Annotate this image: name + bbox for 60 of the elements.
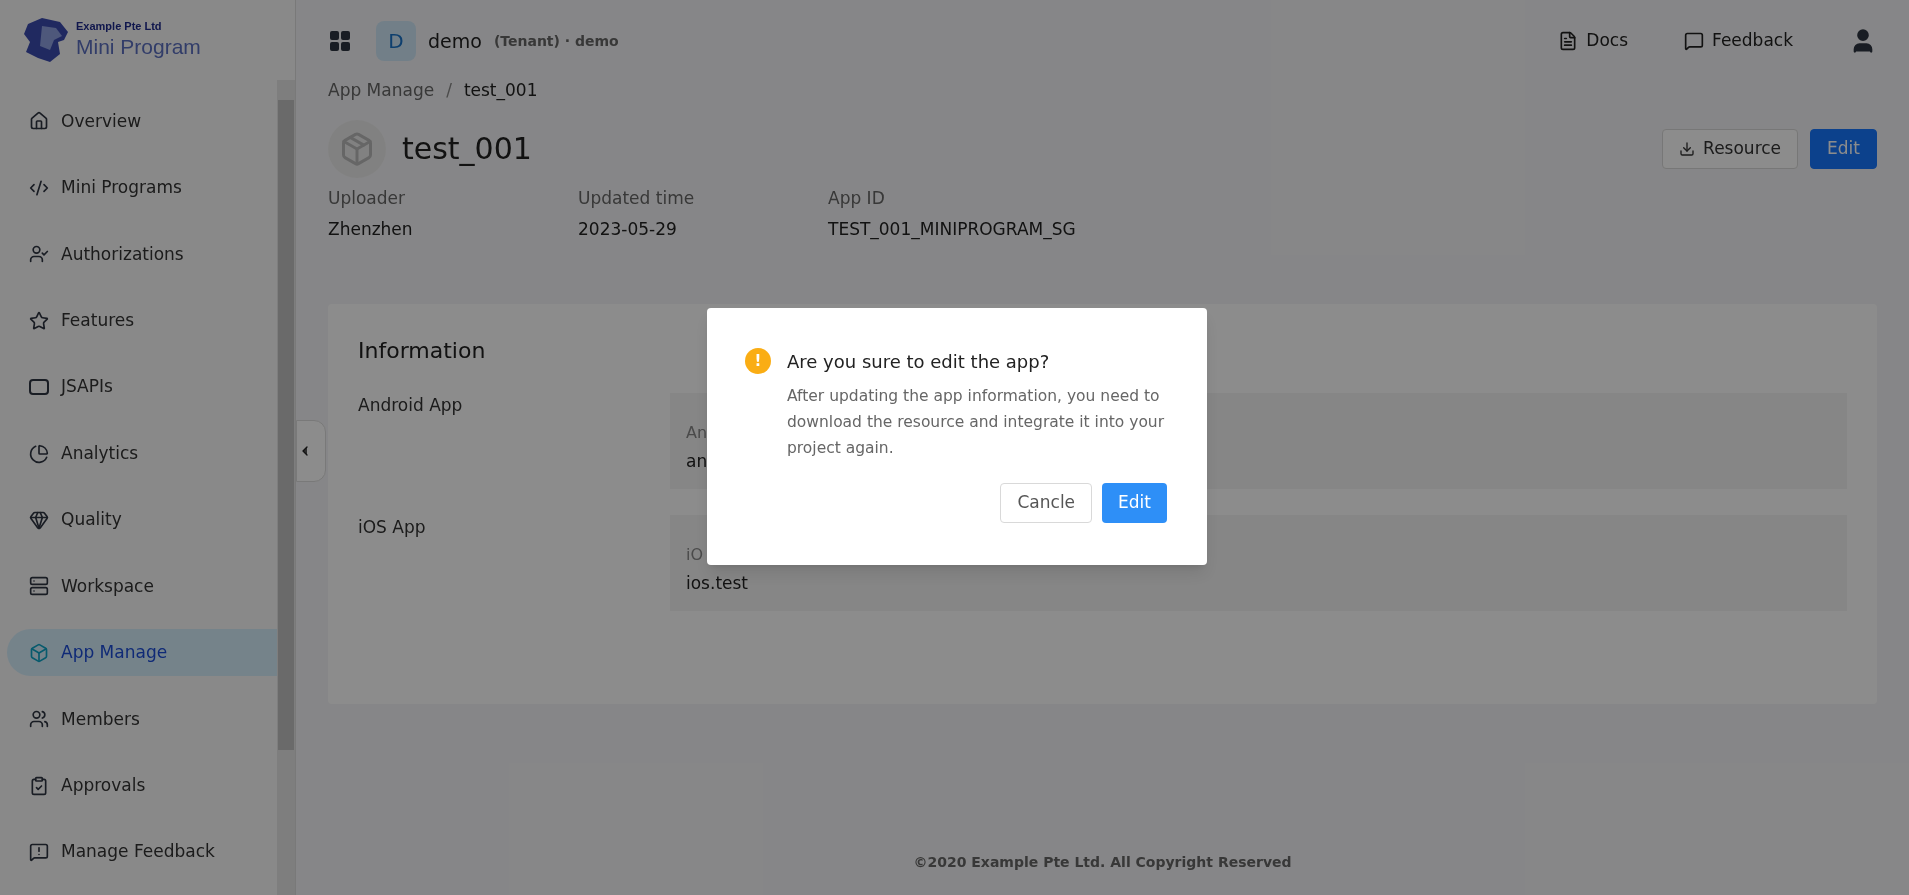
dialog-title: Are you sure to edit the app?: [787, 350, 1051, 374]
product-name: Mini Program: [76, 33, 201, 60]
cancel-button[interactable]: Cancle: [1000, 483, 1093, 523]
field-label: iO: [686, 543, 704, 566]
dialog-message: After updating the app information, you need to download the resource and integrate it into your project again.: [787, 386, 1166, 459]
tenant-name: demo: [428, 28, 482, 54]
warning-icon: !: [745, 348, 771, 374]
users-icon: [29, 709, 49, 730]
sidebar-item[interactable]: JSAPIs: [7, 363, 277, 411]
meta-label: Uploader: [328, 186, 406, 210]
app-title: test_001: [402, 130, 532, 168]
company-name: Example Pte Ltd: [76, 20, 163, 34]
star-icon: [29, 310, 49, 331]
edit-button[interactable]: Edit: [1810, 128, 1877, 169]
confirm-edit-button[interactable]: Edit: [1102, 483, 1167, 523]
user-check-icon: [29, 244, 49, 265]
sidebar-item[interactable]: App Manage: [7, 629, 277, 677]
diamond-icon: [29, 510, 49, 530]
sidebar-item[interactable]: Approvals: [7, 762, 277, 810]
breadcrumb-link[interactable]: App Manage: [328, 78, 435, 104]
cube-icon: [29, 642, 49, 663]
meta-label: Updated time: [578, 186, 696, 210]
clipboard-icon: [29, 775, 49, 796]
sidebar-item[interactable]: Workspace: [7, 562, 277, 610]
sidebar-item[interactable]: Overview: [7, 98, 277, 145]
meta-label: App ID: [828, 186, 886, 210]
breadcrumb-separator: /: [446, 79, 452, 102]
server-icon: [29, 576, 49, 597]
apps-grid-icon[interactable]: [328, 29, 352, 53]
sidebar-item[interactable]: Features: [7, 297, 277, 345]
meta-value: TEST_001_MINIPROGRAM_SG: [828, 218, 1077, 242]
message-icon: [1684, 31, 1705, 51]
sidebar-item[interactable]: Mini Programs: [7, 164, 277, 212]
feedback-link[interactable]: Feedback: [1684, 28, 1793, 54]
document-icon: [1558, 31, 1579, 51]
field-value: ios.test: [686, 571, 749, 595]
sidebar-item[interactable]: Analytics: [7, 430, 277, 478]
tenant-type: (Tenant) · demo: [493, 31, 619, 51]
breadcrumb-current: test_001: [463, 79, 538, 103]
sidebar-item[interactable]: Authorizations: [7, 230, 277, 278]
collapse-handle[interactable]: [296, 420, 326, 482]
meta-value: 2023-05-29: [578, 218, 678, 241]
scrollbar[interactable]: [277, 80, 295, 895]
pie-chart-icon: [29, 443, 49, 464]
section-title: Information: [358, 336, 486, 365]
row-label: Android App: [358, 393, 464, 417]
resource-button[interactable]: Resource: [1662, 128, 1799, 169]
download-icon: [1679, 140, 1696, 157]
meta-value: Zhenzhen: [328, 218, 414, 241]
sidebar-item[interactable]: Members: [7, 695, 277, 743]
sidebar-item[interactable]: Manage Feedback: [7, 828, 277, 876]
row-label: iOS App: [358, 515, 427, 539]
message-alert-icon: [29, 842, 49, 863]
house-icon: [29, 111, 49, 132]
docs-link[interactable]: Docs: [1558, 28, 1629, 54]
field-value: an: [686, 449, 708, 473]
footer-copyright: ©2020 Example Pte Ltd. All Copyright Reserved: [913, 852, 1292, 872]
field-label: An: [686, 421, 708, 444]
sidebar-item[interactable]: Quality: [7, 496, 277, 544]
tenant-avatar[interactable]: D: [376, 21, 416, 61]
